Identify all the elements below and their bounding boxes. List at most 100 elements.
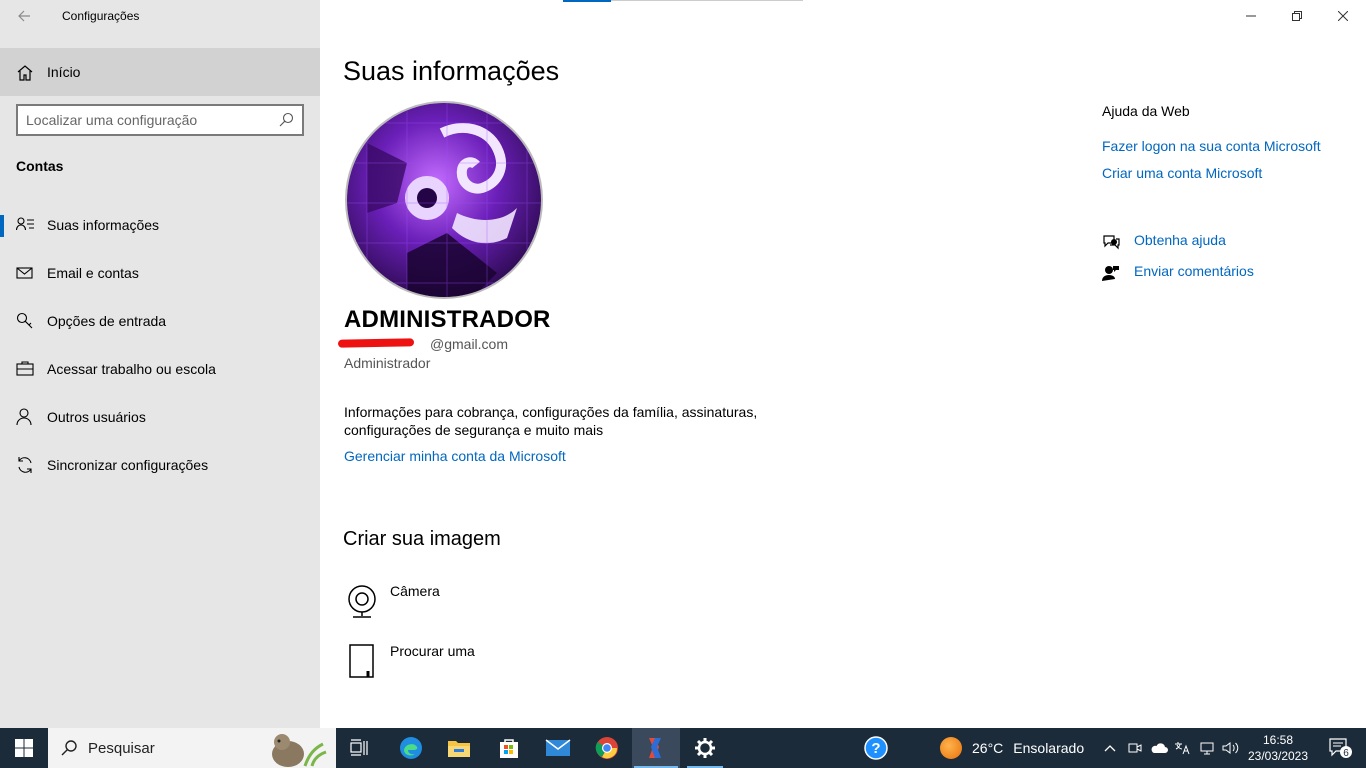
show-hidden-icons-button[interactable]	[1100, 728, 1120, 768]
svg-text:?: ?	[871, 740, 880, 757]
file-explorer-button[interactable]	[435, 728, 483, 768]
person-icon	[16, 408, 32, 426]
create-microsoft-account-link[interactable]: Criar uma conta Microsoft	[1102, 165, 1262, 181]
create-picture-heading: Criar sua imagem	[343, 528, 501, 550]
chevron-up-icon	[1104, 745, 1116, 752]
clock-date: 23/03/2023	[1247, 749, 1309, 763]
title-bar: Configurações	[0, 0, 320, 32]
section-title: Contas	[16, 158, 64, 174]
start-button[interactable]	[0, 728, 48, 768]
taskbar: ? 26°C Ensolarado 16:58 23/03/2023 6	[0, 728, 1366, 768]
sidebar: Configurações Início Contas Suas informa…	[0, 0, 320, 728]
settings-taskbar-button[interactable]	[681, 728, 729, 768]
avatar-image	[347, 103, 541, 297]
browse-option-label: Procurar uma	[390, 643, 475, 659]
person-list-icon	[16, 217, 34, 231]
sidebar-item-your-info[interactable]: Suas informações	[0, 203, 320, 247]
search-highlight-image	[272, 734, 327, 767]
close-icon	[1338, 11, 1348, 21]
account-info-text: Informações para cobrança, configurações…	[344, 404, 758, 438]
scroll-track	[611, 0, 803, 1]
sidebar-item-work-school[interactable]: Acessar trabalho ou escola	[0, 347, 320, 391]
app-title: Configurações	[62, 9, 140, 23]
sign-in-microsoft-link[interactable]: Fazer logon na sua conta Microsoft	[1102, 138, 1321, 154]
gear-icon	[695, 738, 715, 758]
input-method-button[interactable]	[1172, 728, 1192, 768]
help-app-button[interactable]: ?	[852, 728, 900, 768]
sidebar-item-label: Opções de entrada	[47, 313, 167, 329]
mail-app-button[interactable]	[534, 728, 582, 768]
chrome-icon	[595, 737, 618, 759]
taskbar-search[interactable]	[48, 728, 336, 768]
close-button[interactable]	[1320, 0, 1366, 32]
notification-icon: 6	[1329, 738, 1352, 759]
mail-app-icon	[545, 739, 571, 756]
store-button[interactable]	[485, 728, 533, 768]
task-view-button[interactable]	[336, 728, 384, 768]
help-chat-icon	[1103, 235, 1120, 250]
send-feedback-link[interactable]: Enviar comentários	[1134, 263, 1254, 279]
sidebar-item-email[interactable]: Email e contas	[0, 251, 320, 295]
language-icon	[1175, 742, 1190, 755]
back-button[interactable]	[10, 4, 38, 28]
key-icon	[16, 312, 33, 329]
mail-icon	[16, 267, 33, 279]
weather-description: Ensolarado	[1013, 740, 1085, 756]
webcam-icon	[1128, 743, 1142, 753]
app-running-button[interactable]	[632, 728, 680, 768]
sidebar-item-sync[interactable]: Sincronizar configurações	[0, 443, 320, 487]
restore-button[interactable]	[1274, 0, 1320, 32]
main-content: Suas informações ADMINISTRADOR @gmail.co…	[320, 0, 1366, 728]
volume-button[interactable]	[1220, 728, 1242, 768]
user-name: ADMINISTRADOR	[344, 306, 551, 333]
weather-widget[interactable]: 26°C Ensolarado	[940, 728, 1084, 768]
search-icon	[61, 740, 77, 756]
help-question-icon: ?	[864, 736, 888, 760]
manage-account-link[interactable]: Gerenciar minha conta da Microsoft	[344, 448, 566, 464]
speaker-icon	[1222, 742, 1239, 754]
onedrive-button[interactable]	[1148, 728, 1170, 768]
windows-logo-icon	[15, 739, 33, 757]
notification-center-button[interactable]: 6	[1320, 728, 1360, 768]
sidebar-item-label: Suas informações	[47, 217, 160, 233]
minimize-button[interactable]	[1228, 0, 1274, 32]
get-help-link[interactable]: Obtenha ajuda	[1134, 232, 1226, 248]
window-controls	[1228, 0, 1366, 32]
get-help-row[interactable]: Obtenha ajuda	[1102, 232, 1342, 254]
store-icon	[500, 739, 518, 758]
weather-temperature: 26°C	[972, 740, 1004, 756]
sidebar-item-label: Início	[47, 64, 81, 80]
edge-icon	[400, 737, 422, 759]
scroll-indicator	[563, 0, 611, 2]
clock[interactable]: 16:58 23/03/2023	[1243, 732, 1313, 764]
notification-count: 6	[1343, 748, 1349, 759]
sidebar-item-label: Sincronizar configurações	[47, 457, 209, 473]
search-icon[interactable]	[278, 112, 294, 128]
meet-now-button[interactable]	[1125, 728, 1145, 768]
restore-icon	[1292, 11, 1302, 21]
camera-option[interactable]: Câmera	[345, 583, 645, 623]
sidebar-item-label: Acessar trabalho ou escola	[47, 361, 216, 377]
settings-search-input[interactable]	[26, 110, 276, 130]
sidebar-item-home[interactable]: Início	[0, 48, 320, 96]
sidebar-item-other-users[interactable]: Outros usuários	[0, 395, 320, 439]
taskbar-search-input[interactable]	[88, 738, 238, 758]
back-arrow-icon	[18, 10, 30, 22]
app-icon	[649, 738, 661, 758]
cloud-icon	[1151, 743, 1168, 753]
browse-option[interactable]: Procurar uma	[345, 643, 645, 683]
home-icon	[17, 65, 33, 81]
page-title: Suas informações	[343, 56, 560, 86]
sidebar-item-sign-in[interactable]: Opções de entrada	[0, 299, 320, 343]
network-icon	[1200, 742, 1214, 755]
settings-search-box[interactable]	[16, 104, 304, 136]
user-email: @gmail.com	[430, 336, 509, 352]
clock-time: 16:58	[1262, 733, 1294, 747]
feedback-row[interactable]: Enviar comentários	[1102, 263, 1342, 285]
edge-button[interactable]	[387, 728, 435, 768]
camera-icon	[348, 585, 376, 618]
network-button[interactable]	[1196, 728, 1218, 768]
camera-option-label: Câmera	[390, 583, 440, 599]
chrome-button[interactable]	[583, 728, 631, 768]
minimize-icon	[1246, 15, 1256, 17]
